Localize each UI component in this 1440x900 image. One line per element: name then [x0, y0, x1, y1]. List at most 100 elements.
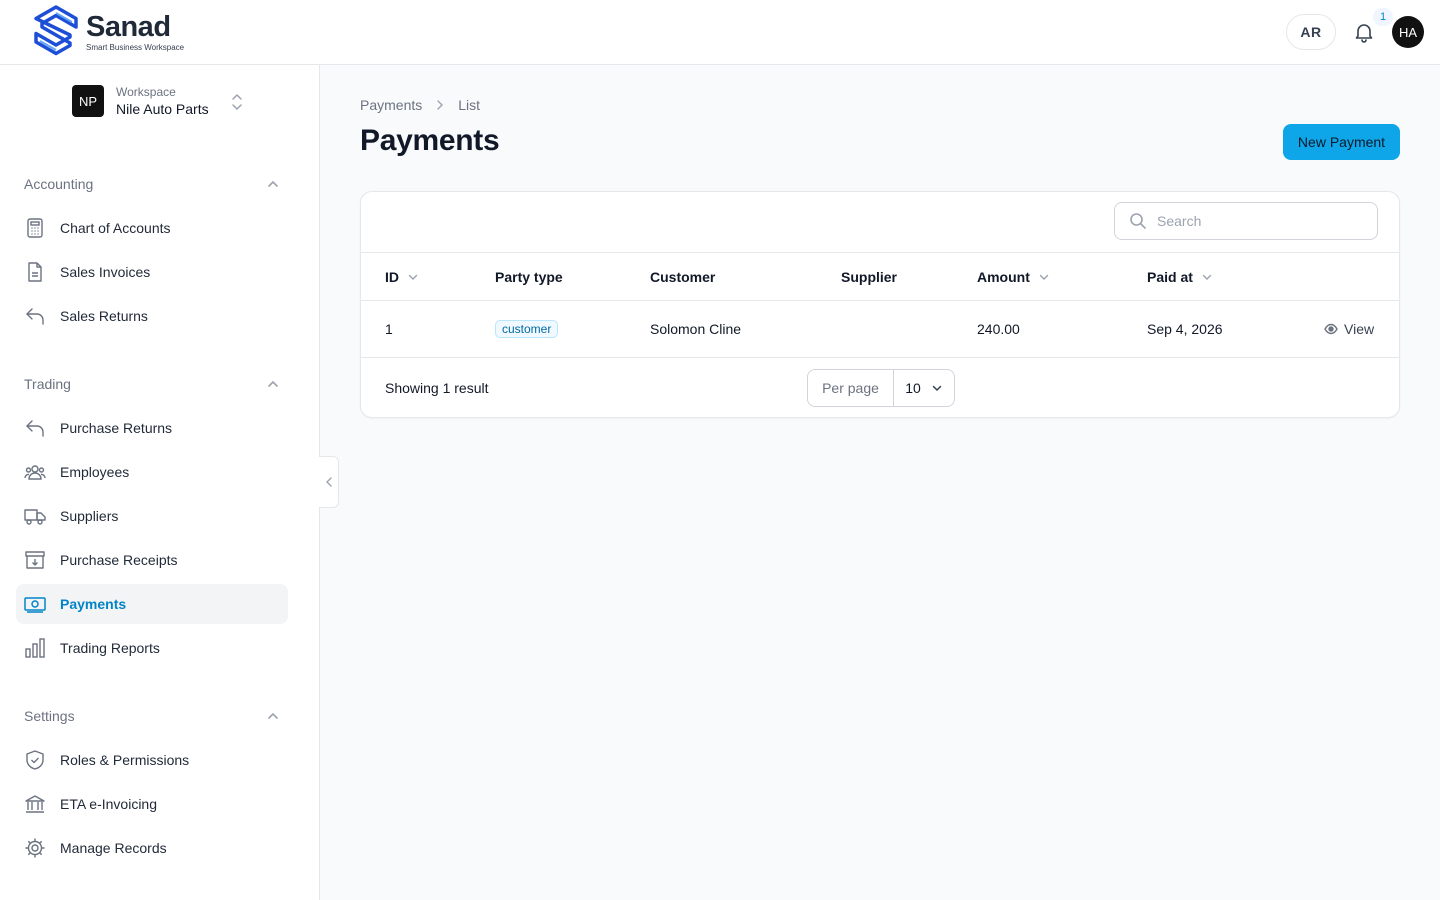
chevron-down-icon — [1039, 274, 1049, 280]
sidebar-item-purchase-receipts[interactable]: Purchase Receipts — [16, 540, 288, 580]
sidebar-item-chart-of-accounts[interactable]: Chart of Accounts — [16, 208, 288, 248]
sidebar-item-label: Payments — [60, 596, 127, 612]
breadcrumb: Payments List — [360, 97, 480, 113]
party-type-badge: customer — [495, 320, 559, 338]
view-label: View — [1344, 321, 1375, 337]
result-count: Showing 1 result — [385, 380, 489, 396]
banknote-icon — [24, 597, 46, 613]
breadcrumb-item-list: List — [458, 97, 481, 113]
sidebar-item-label: Sales Invoices — [60, 264, 151, 280]
eye-icon — [1324, 323, 1338, 335]
sanad-logo-icon — [34, 5, 78, 56]
sidebar-item-label: Manage Records — [60, 840, 167, 856]
notification-badge: 1 — [1373, 8, 1393, 26]
sidebar-item-sales-invoices[interactable]: Sales Invoices — [16, 252, 288, 292]
sidebar-item-trading-reports[interactable]: Trading Reports — [16, 628, 288, 668]
cell-customer: Solomon Cline — [650, 321, 742, 337]
column-header-id[interactable]: ID — [385, 253, 419, 301]
sidebar-item-manage-records[interactable]: Manage Records — [16, 828, 288, 868]
shield-check-icon — [26, 750, 44, 770]
chevron-down-icon — [932, 385, 942, 392]
cell-paid-at: Sep 4, 2026 — [1147, 321, 1223, 337]
table-row[interactable]: 1 customer Solomon Cline 240.00 Sep 4, 2… — [361, 301, 1399, 358]
page-title: Payments — [360, 124, 500, 157]
archive-icon — [25, 551, 45, 569]
calculator-icon — [27, 218, 43, 238]
search-field[interactable] — [1114, 202, 1378, 240]
breadcrumb-item-payments[interactable]: Payments — [360, 97, 422, 113]
sidebar-item-label: Roles & Permissions — [60, 752, 190, 768]
truck-icon — [24, 509, 46, 525]
new-payment-button[interactable]: New Payment — [1283, 124, 1400, 160]
sidebar-collapse-handle[interactable] — [319, 456, 339, 508]
document-icon — [28, 262, 42, 282]
sidebar: NP Workspace Nile Auto Parts Accounting … — [0, 65, 320, 900]
return-arrow-icon — [26, 308, 44, 325]
nav-group-trading[interactable]: Trading — [24, 372, 280, 396]
column-header-paid-at[interactable]: Paid at — [1147, 253, 1213, 301]
per-page-value: 10 — [905, 380, 921, 396]
column-header-amount[interactable]: Amount — [977, 253, 1050, 301]
sidebar-item-label: Purchase Returns — [60, 420, 173, 436]
brand-logo[interactable]: Sanad Smart Business Workspace — [32, 5, 184, 59]
users-icon — [24, 465, 46, 480]
per-page-select[interactable]: 10 — [894, 380, 954, 396]
nav-group-accounting[interactable]: Accounting — [24, 172, 280, 196]
column-header-customer: Customer — [650, 253, 715, 301]
workspace-avatar: NP — [72, 85, 104, 117]
brand-name: Sanad — [86, 11, 171, 43]
chevron-down-icon — [408, 274, 418, 280]
sidebar-item-label: ETA e-Invoicing — [60, 796, 158, 812]
search-icon — [1130, 213, 1146, 229]
sidebar-item-purchase-returns[interactable]: Purchase Returns — [16, 408, 288, 448]
column-header-label: Customer — [650, 269, 716, 285]
gear-icon — [25, 838, 45, 858]
column-header-label: Party type — [495, 269, 563, 285]
column-header-label: Paid at — [1147, 269, 1193, 285]
table-header: ID Party type Customer Supplier Amount P… — [361, 252, 1399, 301]
chevron-up-icon — [268, 180, 278, 187]
chevron-up-icon — [268, 712, 278, 719]
sidebar-item-employees[interactable]: Employees — [16, 452, 288, 492]
top-bar: Sanad Smart Business Workspace AR 1 HA — [0, 0, 1440, 65]
table-footer: Showing 1 result Per page 10 — [361, 358, 1399, 418]
nav-group-label: Accounting — [24, 176, 94, 192]
bell-icon[interactable] — [1352, 20, 1376, 44]
cell-id: 1 — [385, 321, 393, 337]
language-toggle-button[interactable]: AR — [1286, 14, 1336, 50]
bank-icon — [25, 795, 45, 813]
search-input[interactable] — [1157, 213, 1357, 229]
user-avatar[interactable]: HA — [1392, 16, 1424, 48]
workspace-switcher[interactable]: NP Workspace Nile Auto Parts — [72, 85, 252, 117]
chevron-left-icon — [325, 477, 332, 487]
sidebar-item-label: Trading Reports — [60, 640, 160, 656]
workspace-name: Nile Auto Parts — [116, 101, 209, 117]
sidebar-item-label: Employees — [60, 464, 130, 480]
payments-table-card: ID Party type Customer Supplier Amount P… — [360, 191, 1400, 418]
sidebar-item-label: Suppliers — [60, 508, 119, 524]
view-button[interactable]: View — [1324, 301, 1374, 357]
cell-amount: 240.00 — [977, 321, 1020, 337]
sidebar-item-label: Chart of Accounts — [60, 220, 171, 236]
cell-party-type: customer — [495, 301, 559, 357]
per-page-control: Per page 10 — [807, 369, 955, 407]
per-page-label: Per page — [808, 370, 894, 406]
sidebar-item-payments[interactable]: Payments — [16, 584, 288, 624]
chevron-up-down-icon[interactable] — [230, 93, 244, 111]
sidebar-item-eta-e-invoicing[interactable]: ETA e-Invoicing — [16, 784, 288, 824]
sidebar-item-roles-permissions[interactable]: Roles & Permissions — [16, 740, 288, 780]
nav-group-settings[interactable]: Settings — [24, 704, 280, 728]
workspace-label: Workspace — [116, 85, 176, 99]
sidebar-item-suppliers[interactable]: Suppliers — [16, 496, 288, 536]
column-header-label: Supplier — [841, 269, 898, 285]
chevron-right-icon — [437, 100, 444, 110]
column-header-label: Amount — [977, 269, 1030, 285]
chevron-up-icon — [268, 380, 278, 387]
nav-group-label: Trading — [24, 376, 71, 392]
column-header-party-type: Party type — [495, 253, 563, 301]
brand-tagline: Smart Business Workspace — [86, 43, 185, 52]
sidebar-item-label: Sales Returns — [60, 308, 148, 324]
sidebar-item-label: Purchase Receipts — [60, 552, 178, 568]
sidebar-item-sales-returns[interactable]: Sales Returns — [16, 296, 288, 336]
chevron-down-icon — [1202, 274, 1212, 280]
